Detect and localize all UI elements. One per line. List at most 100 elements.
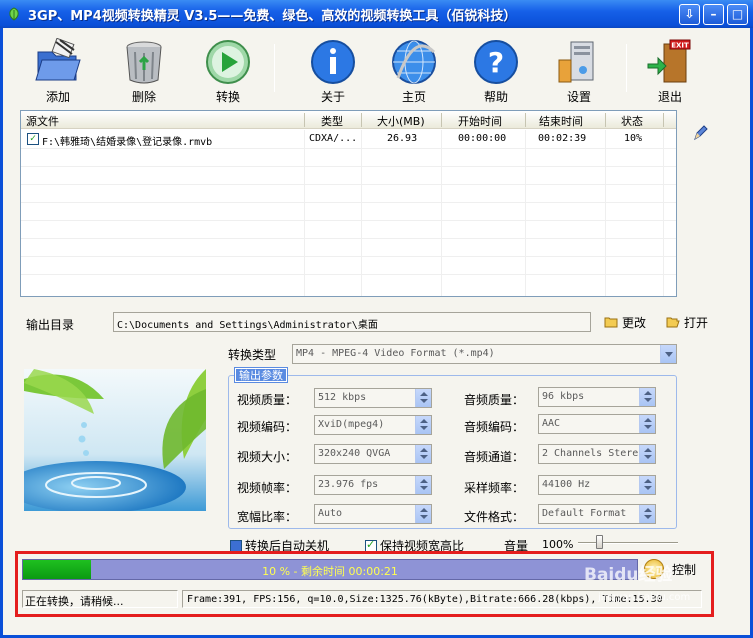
spinner-arrows-icon[interactable] xyxy=(639,415,655,433)
close-placeholder-button[interactable]: □ xyxy=(727,4,748,25)
edit-pen-icon[interactable] xyxy=(692,124,708,142)
video-quality-label: 视频质量： xyxy=(237,393,298,407)
audio-channel-spinner[interactable]: 2 Channels Stereo xyxy=(538,444,656,464)
convert-type-select[interactable]: MP4 - MPEG-4 Video Format (*.mp4) xyxy=(292,344,677,364)
grid-line xyxy=(21,238,676,239)
open-dir-label: 打开 xyxy=(684,316,709,330)
video-fps-value: 23.976 fps xyxy=(318,479,379,490)
svg-text:?: ? xyxy=(488,46,504,79)
output-dir-field[interactable]: C:\Documents and Settings\Administrator\… xyxy=(113,312,591,332)
audio-quality-spinner[interactable]: 96 kbps xyxy=(538,387,656,407)
grid-line xyxy=(21,166,676,167)
file-list[interactable]: 源文件 类型 大小(MB) 开始时间 结束时间 状态 ✓ F:\韩雅琦\结婚录像… xyxy=(20,110,677,297)
computer-settings-icon xyxy=(558,41,594,83)
video-quality-value: 512 kbps xyxy=(318,392,367,403)
settings-button[interactable]: 设置 xyxy=(549,38,609,104)
spinner-arrows-icon[interactable] xyxy=(639,505,655,523)
spinner-arrows-icon[interactable] xyxy=(639,476,655,494)
aspect-value: Auto xyxy=(318,508,343,519)
column-header-size[interactable]: 大小(MB) xyxy=(377,113,425,129)
sample-rate-label: 采样频率： xyxy=(464,481,525,495)
video-codec-spinner[interactable]: XviD(mpeg4) xyxy=(314,415,432,435)
change-dir-button[interactable]: 更改 xyxy=(604,314,646,331)
folder-icon xyxy=(604,317,618,328)
grid-line xyxy=(21,274,676,275)
column-divider[interactable] xyxy=(304,113,305,127)
audio-codec-value: AAC xyxy=(542,418,561,429)
grid-line xyxy=(21,256,676,257)
file-format-value: Default Format xyxy=(542,508,627,519)
title-bar[interactable]: 3GP、MP4视频转换精灵 V3.5——免费、绿色、高效的视频转换工具（佰锐科技… xyxy=(0,0,753,28)
row-status: 10% xyxy=(624,133,643,144)
audio-codec-label: 音频编码： xyxy=(464,420,525,434)
output-dir-label: 输出目录 xyxy=(26,318,75,332)
spinner-arrows-icon[interactable] xyxy=(639,388,655,406)
grid-line xyxy=(605,130,606,296)
column-divider[interactable] xyxy=(361,113,362,127)
grid-line xyxy=(21,220,676,221)
spinner-arrows-icon[interactable] xyxy=(415,416,431,434)
folder-add-icon xyxy=(35,38,81,81)
baidu-watermark: Baidu经验 xyxy=(584,565,673,585)
spinner-arrows-icon[interactable] xyxy=(415,505,431,523)
sample-rate-spinner[interactable]: 44100 Hz xyxy=(538,475,656,495)
column-divider[interactable] xyxy=(441,113,442,127)
row-size: 26.93 xyxy=(387,133,418,144)
column-header-source[interactable]: 源文件 xyxy=(26,113,59,129)
column-header-end[interactable]: 结束时间 xyxy=(539,113,583,129)
exit-button[interactable]: EXIT 退出 xyxy=(640,38,700,104)
delete-label: 删除 xyxy=(131,90,156,104)
spinner-arrows-icon[interactable] xyxy=(415,389,431,407)
change-dir-label: 更改 xyxy=(622,316,647,330)
exit-label: 退出 xyxy=(657,90,682,104)
minimize-button[interactable]: – xyxy=(703,4,724,25)
add-button[interactable]: 添加 xyxy=(28,38,88,104)
baidu-watermark-url: jingyan.baidu.com xyxy=(598,592,691,603)
column-header-type[interactable]: 类型 xyxy=(321,113,343,129)
column-divider[interactable] xyxy=(663,113,664,127)
volume-slider-track[interactable] xyxy=(578,542,678,544)
help-menu-button[interactable]: ⇩ xyxy=(679,4,700,25)
globe-icon xyxy=(392,40,436,84)
file-format-label: 文件格式： xyxy=(464,510,525,524)
info-icon xyxy=(311,40,355,84)
video-quality-spinner[interactable]: 512 kbps xyxy=(314,388,432,408)
row-checkbox[interactable]: ✓ xyxy=(27,133,39,145)
volume-slider-thumb[interactable] xyxy=(596,535,603,549)
app-leaf-icon xyxy=(9,7,19,21)
row-end-time: 00:02:39 xyxy=(538,133,587,144)
file-list-header: 源文件 类型 大小(MB) 开始时间 结束时间 状态 xyxy=(21,111,676,129)
aspect-label: 宽幅比率： xyxy=(237,510,298,524)
spinner-arrows-icon[interactable] xyxy=(415,476,431,494)
audio-quality-value: 96 kbps xyxy=(542,391,585,402)
open-folder-icon xyxy=(666,317,680,328)
video-fps-spinner[interactable]: 23.976 fps xyxy=(314,475,432,495)
video-size-spinner[interactable]: 320x240 QVGA xyxy=(314,444,432,464)
help-question-icon: ? xyxy=(474,40,518,84)
output-params-legend: 输出参数 xyxy=(234,367,288,383)
convert-type-label: 转换类型 xyxy=(228,348,277,362)
grid-line xyxy=(21,148,676,149)
spinner-arrows-icon[interactable] xyxy=(415,445,431,463)
column-header-status[interactable]: 状态 xyxy=(621,113,643,129)
column-divider[interactable] xyxy=(605,113,606,127)
exit-door-icon: EXIT xyxy=(647,39,691,83)
convert-button[interactable]: 转换 xyxy=(198,38,258,104)
spinner-arrows-icon[interactable] xyxy=(639,445,655,463)
column-header-start[interactable]: 开始时间 xyxy=(458,113,502,129)
column-divider[interactable] xyxy=(525,113,526,127)
delete-button[interactable]: 删除 xyxy=(114,38,174,104)
help-button[interactable]: ? 帮助 xyxy=(466,38,526,104)
grid-line xyxy=(441,130,442,296)
home-button[interactable]: 主页 xyxy=(384,38,444,104)
svg-text:EXIT: EXIT xyxy=(671,42,689,50)
video-codec-label: 视频编码： xyxy=(237,420,298,434)
file-format-spinner[interactable]: Default Format xyxy=(538,504,656,524)
table-row[interactable]: ✓ F:\韩雅琦\结婚录像\登记录像.rmvb CDXA/... 26.93 0… xyxy=(21,130,676,148)
audio-codec-spinner[interactable]: AAC xyxy=(538,414,656,434)
aspect-spinner[interactable]: Auto xyxy=(314,504,432,524)
about-button[interactable]: 关于 xyxy=(303,38,363,104)
toolbar-separator xyxy=(626,44,627,92)
dropdown-arrow-icon[interactable] xyxy=(660,345,676,363)
open-dir-button[interactable]: 打开 xyxy=(666,314,708,331)
